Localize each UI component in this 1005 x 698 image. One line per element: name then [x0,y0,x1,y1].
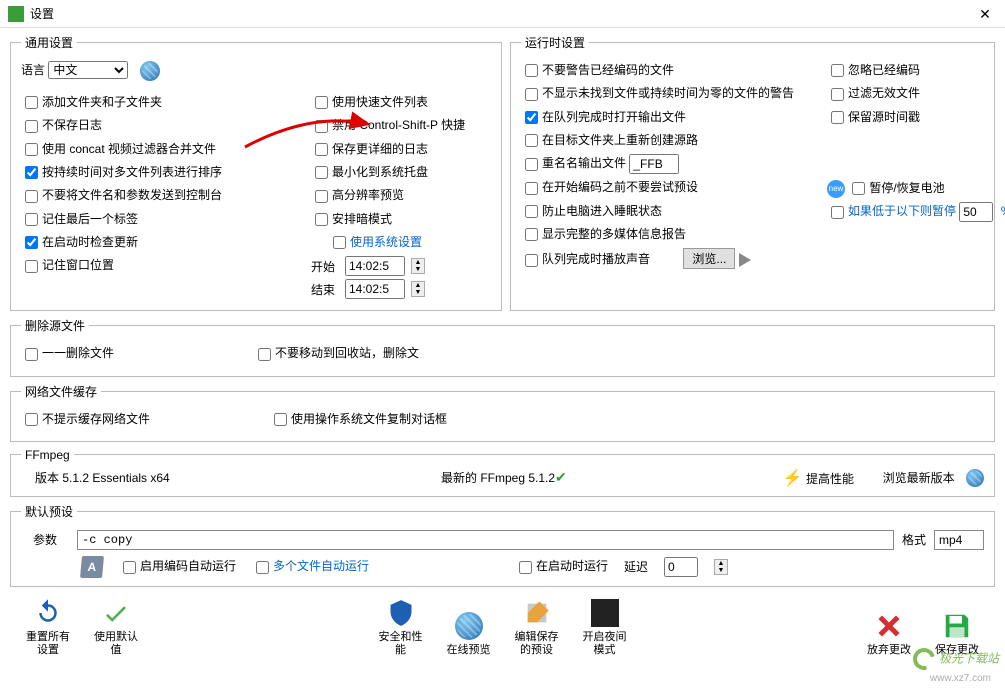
play-icon[interactable] [739,253,751,267]
chk-detailed-log[interactable]: 保存更详细的日志 [311,140,491,159]
x-icon [873,610,905,642]
chk-no-show-zero[interactable]: 不显示未找到文件或持续时间为零的文件的警告 [521,84,821,103]
chk-pause-below[interactable]: 如果低于以下则暂停 % [827,202,977,222]
chk-play-done[interactable]: 队列完成时播放声音 浏览... [521,248,821,269]
globe-large-icon [453,610,485,642]
moon-icon [589,597,621,629]
new-badge: new [827,180,845,198]
chk-no-try-preset[interactable]: 在开始编码之前不要尝试预设 [521,178,821,197]
pause-threshold-input[interactable] [959,202,993,222]
chk-disable-csp[interactable]: 禁用 Control-Shift-P 快捷 [311,116,491,135]
chk-delete-one[interactable]: 一一删除文件 [21,344,114,363]
edit-icon [521,597,553,629]
rename-suffix-input[interactable] [629,154,679,174]
delay-input[interactable] [664,557,698,577]
chk-prevent-sleep[interactable]: 防止电脑进入睡眠状态 [521,202,821,221]
chk-sort-duration[interactable]: 按持续时间对多文件列表进行排序 [21,163,301,182]
chk-show-full-info[interactable]: 显示完整的多媒体信息报告 [521,225,821,244]
chk-system-settings[interactable]: 使用系统设置 [311,233,491,252]
chk-ignore-encoded[interactable]: 忽略已经编码 [827,61,977,80]
chk-multi-auto[interactable]: 多个文件自动运行 [252,557,369,576]
end-label: 结束 [311,281,339,298]
chk-auto-run[interactable]: 启用编码自动运行 [119,557,236,576]
discard-button[interactable]: 放弃更改 [865,610,913,657]
chk-open-after[interactable]: 在队列完成时打开输出文件 [521,108,821,127]
chk-min-tray[interactable]: 最小化到系统托盘 [311,163,491,182]
chk-run-on-start[interactable]: 在启动时运行 [515,557,608,576]
chk-rename-output[interactable]: 重名名输出文件 [521,154,821,174]
default-preset-group: 默认预设 参数 格式 A 启用编码自动运行 多个文件自动运行 在启动时运行 延迟… [10,503,995,587]
chk-keep-ts[interactable]: 保留源时间戳 [827,108,977,127]
chk-hidpi[interactable]: 高分辨率预览 [311,186,491,205]
chk-window-pos[interactable]: 记住窗口位置 [21,256,301,275]
chk-add-subfolders[interactable]: 添加文件夹和子文件夹 [21,93,301,112]
start-stepper[interactable]: ▲▼ [411,258,425,274]
format-label: 格式 [902,531,926,548]
delay-stepper[interactable]: ▲▼ [714,559,728,575]
browse-latest-link[interactable]: 浏览最新版本 [883,471,955,485]
chk-recreate-src[interactable]: 在目标文件夹上重新创建源路 [521,131,821,150]
start-time-input[interactable] [345,256,405,276]
end-time-input[interactable] [345,279,405,299]
chk-no-log[interactable]: 不保存日志 [21,116,301,135]
param-label: 参数 [21,531,69,548]
chk-os-copy-dialog[interactable]: 使用操作系统文件复制对话框 [270,410,447,429]
ffmpeg-version: 版本 5.1.2 Essentials x64 [21,469,441,486]
globe-icon[interactable] [140,61,160,81]
reset-icon [32,597,64,629]
check-icon: ✔ [555,469,567,485]
network-cache-group: 网络文件缓存 不提示缓存网络文件 使用操作系统文件复制对话框 [10,383,995,442]
chk-no-recycle[interactable]: 不要移动到回收站，删除文 [254,344,419,363]
app-icon [8,6,24,22]
edit-preset-button[interactable]: 编辑保存的预设 [513,597,561,657]
start-label: 开始 [311,258,339,275]
window-title: 设置 [30,5,973,22]
night-mode-button[interactable]: 开启夜间模式 [581,597,629,657]
auto-icon: A [80,556,104,578]
watermark: 极光下载站 [913,648,999,670]
save-icon [941,610,973,642]
chk-no-send-console[interactable]: 不要将文件名和参数发送到控制台 [21,186,301,205]
defaults-button[interactable]: 使用默认值 [92,597,140,657]
chk-pause-battery[interactable]: new 暂停/恢复电池 [827,179,977,198]
language-label: 语言 [21,63,45,77]
chk-no-warn-encoded[interactable]: 不要警告已经编码的文件 [521,61,821,80]
watermark-url: www.xz7.com [930,673,991,684]
close-button[interactable]: ✕ [973,2,997,26]
bolt-icon: ⚡ [783,470,803,487]
chk-dark-mode[interactable]: 安排暗模式 [311,210,491,229]
web-icon[interactable] [966,469,984,487]
ffmpeg-latest: 最新的 FFmpeg 5.1.2 [441,471,555,485]
check-icon [100,597,132,629]
chk-check-update[interactable]: 在启动时检查更新 [21,233,301,252]
chk-use-concat[interactable]: 使用 concat 视频过滤器合并文件 [21,140,301,159]
browse-sound-button[interactable]: 浏览... [683,248,735,269]
chk-filter-invalid[interactable]: 过滤无效文件 [827,84,977,103]
end-stepper[interactable]: ▲▼ [411,281,425,297]
online-preview-button[interactable]: 在线预览 [445,610,493,657]
security-button[interactable]: 安全和性能 [377,597,425,657]
delay-label: 延迟 [624,558,648,575]
general-settings-group: 通用设置 语言 中文 添加文件夹和子文件夹 不保存日志 使用 concat 视频… [10,34,502,311]
param-input[interactable] [77,530,894,550]
reset-button[interactable]: 重置所有设置 [24,597,72,657]
format-input[interactable] [934,530,984,550]
shield-icon [385,597,417,629]
chk-no-prompt-cache[interactable]: 不提示缓存网络文件 [21,410,150,429]
chk-last-tab[interactable]: 记住最后一个标签 [21,210,301,229]
ffmpeg-group: FFmpeg 版本 5.1.2 Essentials x64 最新的 FFmpe… [10,448,995,497]
language-select[interactable]: 中文 [48,61,128,79]
chk-fast-list[interactable]: 使用快速文件列表 [311,93,491,112]
boost-link[interactable]: 提高性能 [806,472,854,486]
delete-source-group: 删除源文件 一一删除文件 不要移动到回收站，删除文 [10,317,995,376]
runtime-settings-group: 运行时设置 不要警告已经编码的文件 不显示未找到文件或持续时间为零的文件的警告 … [510,34,995,311]
